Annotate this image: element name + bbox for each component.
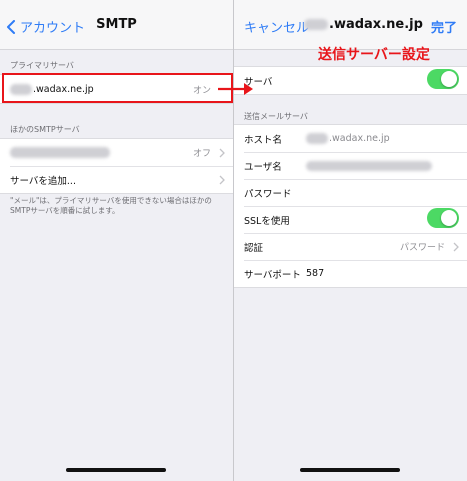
primary-server-header: プライマリサーバ xyxy=(10,61,74,70)
other-server-row[interactable]: オフ xyxy=(0,139,233,166)
redacted-server-name xyxy=(10,147,110,158)
username-label: ユーザ名 xyxy=(244,161,282,173)
home-indicator[interactable] xyxy=(300,468,400,472)
outgoing-server-group: ホスト名 .wadax.ne.jp ユーザ名 パスワード SSLを使用 認証 パ… xyxy=(234,124,467,288)
username-row[interactable]: ユーザ名 xyxy=(234,152,467,179)
server-row: サーバ xyxy=(234,67,467,94)
annotation-label: 送信サーバー設定 xyxy=(318,47,430,63)
page-title-text: .wadax.ne.jp xyxy=(329,17,423,32)
host-value: .wadax.ne.jp xyxy=(329,133,390,144)
add-server-row[interactable]: サーバを追加... xyxy=(0,166,233,193)
port-row[interactable]: サーバポート 587 xyxy=(234,260,467,287)
server-settings-screen: キャンセル .wadax.ne.jp 完了 サーバ 送信メールサーバ ホスト名 … xyxy=(234,0,467,481)
redacted-hostname xyxy=(306,133,328,144)
server-toggle-group: サーバ xyxy=(234,66,467,95)
done-button[interactable]: 完了 xyxy=(431,17,457,36)
password-row[interactable]: パスワード xyxy=(234,179,467,206)
ssl-toggle[interactable] xyxy=(427,208,459,228)
cancel-button[interactable]: キャンセル xyxy=(244,17,309,36)
outgoing-server-header: 送信メールサーバ xyxy=(244,112,308,121)
chevron-right-icon xyxy=(219,148,225,158)
home-indicator[interactable] xyxy=(66,468,166,472)
auth-row[interactable]: 認証 パスワード xyxy=(234,233,467,260)
redacted-hostname xyxy=(304,19,328,30)
port-label: サーバポート xyxy=(244,269,301,281)
other-server-status: オフ xyxy=(192,149,211,159)
host-field[interactable]: .wadax.ne.jp xyxy=(306,133,390,144)
auth-value: パスワード xyxy=(399,243,445,253)
ssl-label: SSLを使用 xyxy=(244,215,290,227)
footer-note: "メール"は、プライマリサーバを使用できない場合はほかのSMTPサーバを順番に試… xyxy=(10,196,212,215)
port-value[interactable]: 587 xyxy=(306,268,324,279)
other-servers-group: オフ サーバを追加... xyxy=(0,138,233,194)
arrow-right-icon xyxy=(218,83,253,95)
other-servers-header: ほかのSMTPサーバ xyxy=(10,125,80,134)
page-title: SMTP xyxy=(96,17,137,32)
auth-label: 認証 xyxy=(244,242,264,254)
redacted-username[interactable] xyxy=(306,160,432,171)
chevron-right-icon xyxy=(219,175,225,185)
add-server-label: サーバを追加... xyxy=(10,175,76,187)
ssl-row: SSLを使用 xyxy=(234,206,467,233)
primary-server-highlight xyxy=(2,73,233,103)
chevron-right-icon xyxy=(453,242,459,252)
password-label: パスワード xyxy=(244,188,292,200)
server-toggle[interactable] xyxy=(427,69,459,89)
navbar: キャンセル .wadax.ne.jp 完了 xyxy=(234,0,467,50)
navbar: アカウント SMTP xyxy=(0,0,233,50)
host-label: ホスト名 xyxy=(244,134,283,146)
host-row[interactable]: ホスト名 .wadax.ne.jp xyxy=(234,125,467,152)
page-title: .wadax.ne.jp xyxy=(304,17,423,32)
